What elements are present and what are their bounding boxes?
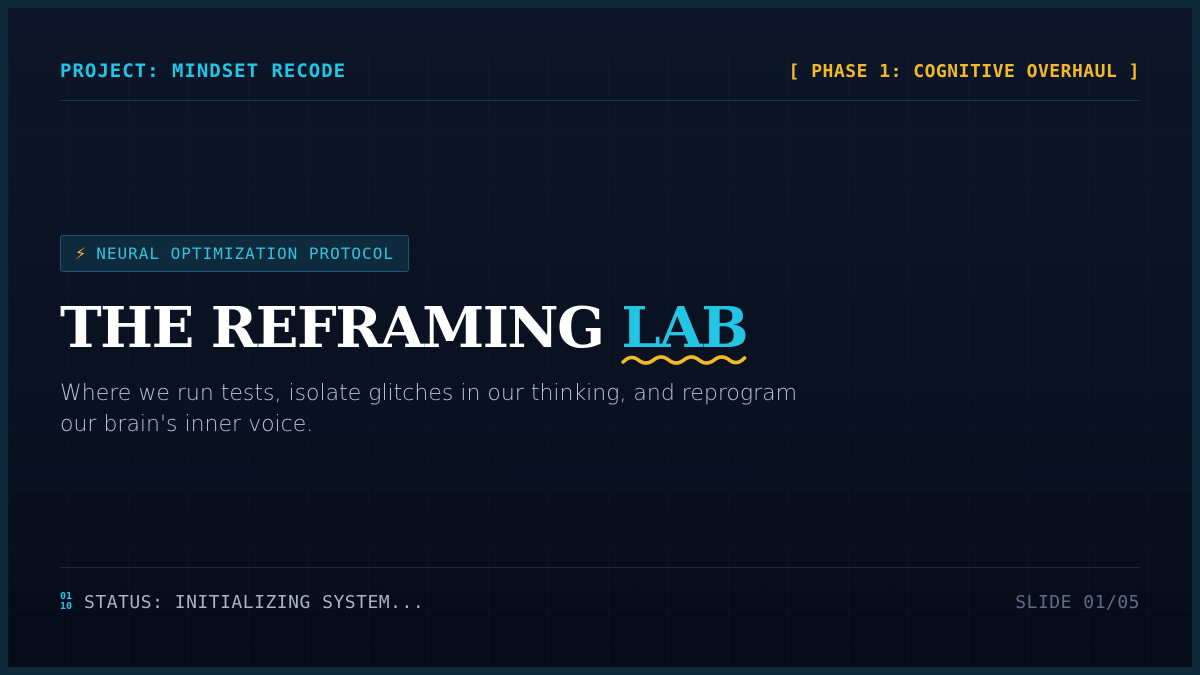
status-area: 01 10 STATUS: INITIALIZING SYSTEM... <box>60 592 424 613</box>
title-accent-wrap: LAB <box>621 295 749 365</box>
binary-icon: 01 10 <box>60 591 73 612</box>
slide-number: SLIDE 01/05 <box>1015 591 1140 613</box>
title-accent: LAB <box>621 295 748 361</box>
status-text: STATUS: INITIALIZING SYSTEM... <box>84 591 425 613</box>
slide: PROJECT: MINDSET RECODE [ PHASE 1: COGNI… <box>0 0 1200 675</box>
squiggle-underline-icon <box>621 355 747 365</box>
protocol-badge: ⚡ NEURAL OPTIMIZATION PROTOCOL <box>60 235 409 272</box>
footer: 01 10 STATUS: INITIALIZING SYSTEM... SLID… <box>60 567 1140 628</box>
lightning-bolt-icon: ⚡ <box>75 244 87 263</box>
header: PROJECT: MINDSET RECODE [ PHASE 1: COGNI… <box>60 48 1140 101</box>
subtitle: Where we run tests, isolate glitches in … <box>60 381 798 437</box>
page-title: THE REFRAMING LAB <box>60 293 749 365</box>
project-label: PROJECT: MINDSET RECODE <box>60 60 347 82</box>
phase-label: [ PHASE 1: COGNITIVE OVERHAUL ] <box>788 61 1140 82</box>
badge-label: NEURAL OPTIMIZATION PROTOCOL <box>96 244 394 263</box>
title-main: THE REFRAMING <box>60 295 622 361</box>
